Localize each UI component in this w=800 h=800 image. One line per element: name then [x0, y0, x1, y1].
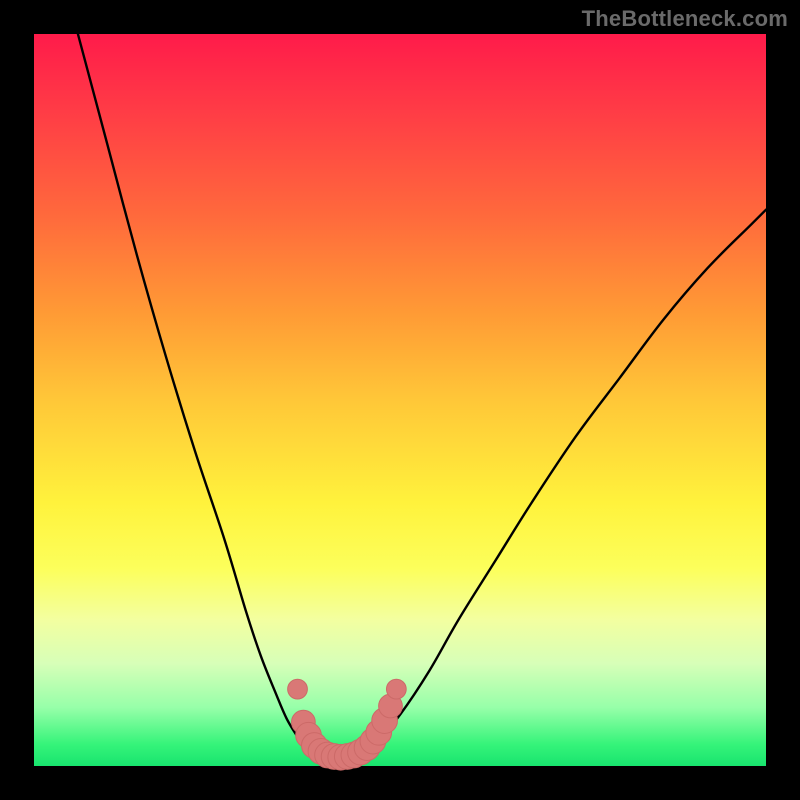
chart-frame: TheBottleneck.com [0, 0, 800, 800]
valley-marker [386, 679, 406, 699]
valley-marker [288, 679, 308, 699]
right-branch-path [363, 210, 766, 753]
valley-markers [288, 679, 407, 770]
plot-area [34, 34, 766, 766]
watermark-text: TheBottleneck.com [582, 6, 788, 32]
curve-svg [34, 34, 766, 766]
left-branch-path [78, 34, 312, 753]
